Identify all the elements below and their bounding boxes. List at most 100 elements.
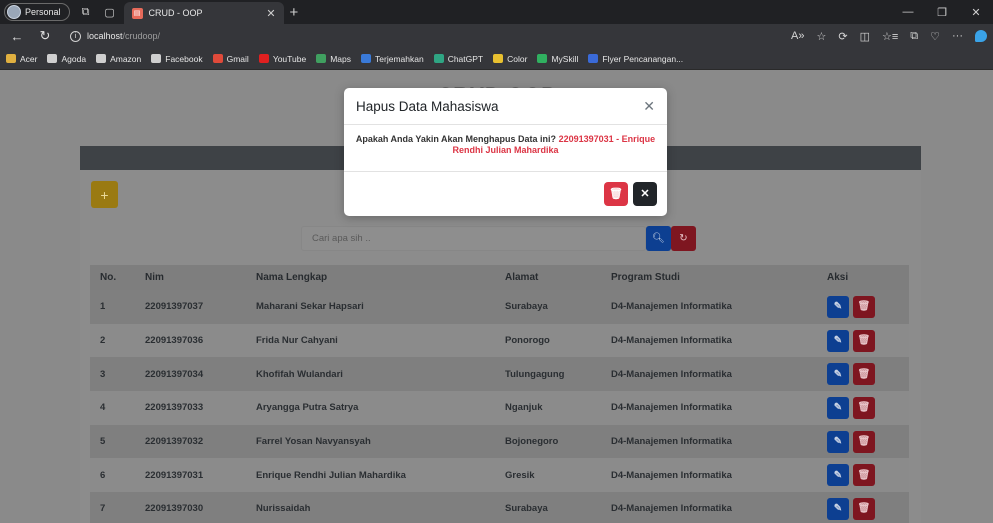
refresh-icon[interactable]: ↻ — [34, 26, 56, 46]
cell-nim: 22091397036 — [135, 323, 246, 358]
cell-no: 4 — [90, 391, 135, 425]
add-data-button[interactable]: + — [91, 181, 118, 208]
bookmark-myskill[interactable]: MySkill — [537, 54, 578, 64]
cell-nama: Farrel Yosan Navyansyah — [246, 424, 495, 459]
delete-button[interactable]: 🗑︎ — [853, 464, 875, 487]
edit-button[interactable]: ✎ — [827, 295, 849, 318]
restore-icon[interactable]: ❐ — [925, 0, 959, 24]
row-actions: ✎ 🗑︎ — [827, 497, 909, 520]
bookmark-flyer-pencanangan[interactable]: Flyer Pencanangan... — [588, 54, 683, 64]
cell-aksi: ✎ 🗑︎ — [817, 357, 909, 392]
cell-no: 6 — [90, 458, 135, 493]
maps-icon — [316, 54, 327, 63]
header-nama: Nama Lengkap — [246, 265, 495, 290]
cell-prodi: D4-Manajemen Informatika — [601, 424, 817, 459]
close-window-icon[interactable]: ✕ — [959, 0, 993, 24]
bookmark-maps[interactable]: Maps — [316, 54, 351, 64]
edit-button[interactable]: ✎ — [827, 396, 849, 419]
delete-button[interactable]: 🗑︎ — [853, 329, 875, 352]
site-info-icon[interactable]: i — [70, 30, 81, 42]
delete-button[interactable]: 🗑︎ — [853, 396, 875, 419]
cell-nim: 22091397031 — [135, 458, 246, 493]
edit-button[interactable]: ✎ — [827, 430, 849, 453]
bookmark-label: MySkill — [551, 53, 579, 64]
workspaces-icon[interactable]: ⧉ — [78, 4, 94, 20]
cancel-button[interactable]: ✕ — [633, 181, 657, 206]
cell-prodi: D4-Manajemen Informatika — [601, 391, 817, 425]
modal-close-icon[interactable]: ✕ — [643, 98, 655, 115]
delete-button[interactable]: 🗑︎ — [853, 363, 875, 386]
cell-aksi: ✎ 🗑︎ — [817, 458, 909, 493]
favorites-icon[interactable]: ☆≡ — [882, 30, 898, 43]
table-header-row: No. Nim Nama Lengkap Alamat Program Stud… — [90, 265, 909, 290]
modal-body: Apakah Anda Yakin Akan Menghapus Data in… — [344, 125, 667, 172]
browser-toolbar-icons: A» ☆ ⟳ ◫ ☆≡ ⧉ ♡ ··· — [791, 24, 987, 48]
address-bar-row: ← ↻ i localhost/crudoop/ A» ☆ ⟳ ◫ ☆≡ ⧉ ♡… — [0, 24, 993, 48]
trash-icon: 🗑︎ — [857, 301, 871, 313]
cell-prodi: D4-Manajemen Informatika — [601, 492, 817, 523]
more-menu-icon[interactable]: ··· — [952, 30, 963, 42]
bookmark-facebook[interactable]: Facebook — [151, 53, 203, 64]
delete-button[interactable]: 🗑︎ — [853, 497, 875, 520]
table-body: 1 22091397037 Maharani Sekar Hapsari Suraba… — [90, 290, 909, 523]
cell-nama: Nurissaidah — [246, 492, 495, 523]
edit-button[interactable]: ✎ — [827, 363, 849, 386]
performance-icon[interactable]: ♡ — [930, 30, 940, 43]
delete-button[interactable]: 🗑︎ — [853, 295, 875, 318]
row-actions: ✎ 🗑︎ — [827, 396, 909, 419]
row-actions: ✎ 🗑︎ — [827, 329, 909, 352]
extensions-icon[interactable]: ⟳ — [838, 30, 847, 43]
pencil-icon: ✎ — [833, 335, 843, 347]
bookmark-label: YouTube — [272, 53, 307, 64]
reset-search-button[interactable]: ↻ — [671, 226, 696, 251]
tab-actions-icon[interactable]: ▢ — [102, 4, 118, 20]
myskill-icon — [537, 54, 548, 63]
bookmark-acer[interactable]: Acer — [6, 54, 37, 64]
row-actions: ✎ 🗑︎ — [827, 464, 909, 487]
table-row: 6 22091397031 Enrique Rendhi Julian Mahard… — [90, 458, 909, 493]
split-screen-icon[interactable]: ◫ — [860, 30, 870, 43]
bookmark-chatgpt[interactable]: ChatGPT — [433, 54, 483, 64]
tab-close-icon[interactable]: ✕ — [266, 7, 275, 20]
bookmark-amazon[interactable]: Amazon — [96, 54, 141, 64]
bookmark-color[interactable]: Color — [493, 54, 527, 64]
read-aloud-icon[interactable]: A» — [791, 30, 804, 42]
window-controls: — ❐ ✕ — [891, 0, 993, 24]
new-tab-icon[interactable]: + — [290, 4, 299, 21]
profile-button[interactable]: Personal — [4, 3, 70, 21]
search-input[interactable]: Cari apa sih .. — [301, 226, 646, 251]
copilot-icon[interactable] — [975, 30, 987, 42]
tab-crud-oop[interactable]: ▤ CRUD - OOP ✕ — [123, 2, 284, 24]
back-icon[interactable]: ← — [6, 26, 28, 46]
bookmark-label: Flyer Pencanangan... — [602, 53, 684, 64]
bookmark-label: Agoda — [61, 53, 87, 64]
cell-nama: Frida Nur Cahyani — [246, 323, 495, 358]
bookmark-gmail[interactable]: Gmail — [212, 54, 249, 64]
edit-button[interactable]: ✎ — [827, 497, 849, 520]
avatar — [7, 5, 21, 19]
confirm-delete-button[interactable]: 🗑︎ — [604, 181, 628, 206]
cell-nama: Enrique Rendhi Julian Mahardika — [246, 458, 495, 493]
edit-button[interactable]: ✎ — [827, 329, 849, 352]
edit-button[interactable]: ✎ — [827, 464, 849, 487]
minimize-icon[interactable]: — — [891, 0, 925, 24]
cell-aksi: ✎ 🗑︎ — [817, 290, 909, 324]
cell-nim: 22091397037 — [135, 290, 246, 324]
search-button[interactable]: 🔍︎ — [646, 226, 671, 251]
collections-icon[interactable]: ⧉ — [910, 30, 918, 43]
search-icon: 🔍︎ — [652, 233, 665, 244]
url-field[interactable]: i localhost/crudoop/ — [70, 30, 160, 42]
header-nim: Nim — [135, 265, 246, 290]
favorite-star-icon[interactable]: ☆ — [816, 30, 826, 43]
cell-nim: 22091397033 — [135, 391, 246, 425]
bookmark-label: Facebook — [165, 53, 203, 64]
color-icon — [493, 54, 504, 63]
delete-button[interactable]: 🗑︎ — [853, 430, 875, 453]
bookmark-youtube[interactable]: YouTube — [258, 53, 307, 64]
bookmark-terjemahkan[interactable]: Terjemahkan — [361, 54, 424, 64]
refresh-icon: ↻ — [679, 233, 688, 244]
modal-footer: 🗑︎ ✕ — [344, 172, 667, 215]
bookmark-label: Terjemahkan — [375, 53, 424, 64]
bookmark-agoda[interactable]: Agoda — [47, 54, 86, 64]
cell-no: 3 — [90, 357, 135, 392]
